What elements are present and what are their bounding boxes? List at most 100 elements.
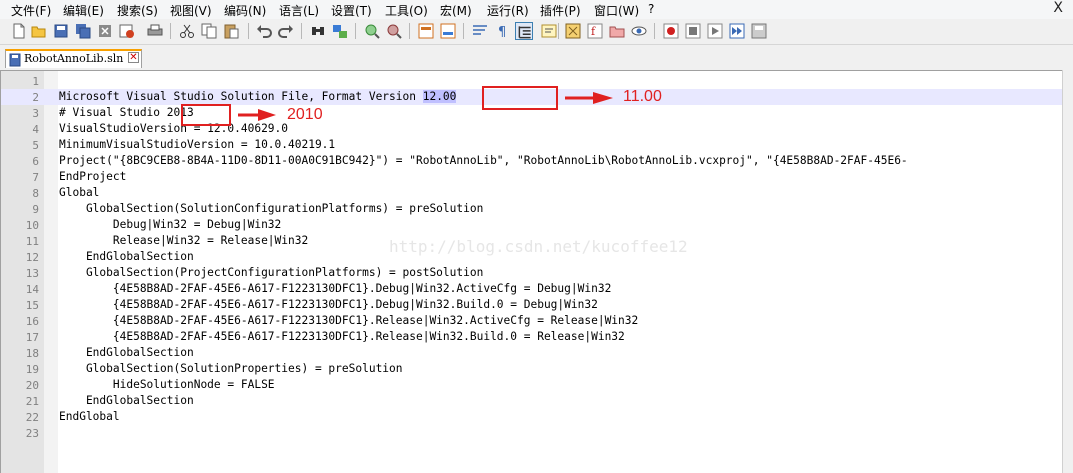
show-all-chars-icon[interactable]: ¶ [493, 22, 511, 40]
annotation-arrow-version [565, 92, 613, 104]
line-number: 18 [25, 347, 39, 360]
undo-icon[interactable] [255, 22, 273, 40]
menu-window[interactable]: 窗口(W) [594, 2, 639, 19]
tab-robotannolib-sln[interactable]: RobotAnnoLib.sln ✕ [5, 49, 142, 68]
toolbar-separator [355, 23, 356, 39]
close-document-button[interactable]: X [1053, 0, 1063, 16]
code-line[interactable]: 14 {4E58B8AD-2FAF-45E6-A617-F1223130DFC1… [1, 281, 1062, 297]
annotation-box-version [482, 86, 558, 110]
code-text: GlobalSection(SolutionProperties) = preS… [59, 362, 403, 375]
code-line[interactable]: 15 {4E58B8AD-2FAF-45E6-A617-F1223130DFC1… [1, 297, 1062, 313]
code-segment: GlobalSection(SolutionProperties) = preS… [59, 362, 403, 375]
run-macro-multiple-icon[interactable] [728, 22, 746, 40]
cut-icon[interactable] [178, 22, 196, 40]
menu-encoding[interactable]: 编码(N) [224, 2, 266, 19]
line-number: 20 [25, 379, 39, 392]
code-segment: {4E58B8AD-2FAF-45E6-A617-F1223130DFC1}.R… [59, 330, 625, 343]
tab-bar: RobotAnnoLib.sln ✕ [0, 45, 1073, 69]
record-macro-icon[interactable] [662, 22, 680, 40]
toolbar-separator [463, 23, 464, 39]
replace-icon[interactable] [331, 22, 349, 40]
code-line[interactable]: 5 MinimumVisualStudioVersion = 10.0.40219… [1, 137, 1062, 153]
code-line[interactable]: 9 GlobalSection(SolutionConfigurationPla… [1, 201, 1062, 217]
zoom-out-icon[interactable] [385, 22, 403, 40]
toolbar: ¶ f [0, 19, 1073, 45]
new-file-icon[interactable] [10, 22, 28, 40]
code-line[interactable]: 6 Project("{8BC9CEB8-8B4A-11D0-8D11-00A0C… [1, 153, 1062, 169]
code-segment: GlobalSection(SolutionConfigurationPlatf… [59, 202, 484, 215]
line-number: 22 [25, 411, 39, 424]
code-line[interactable]: 23 [1, 425, 1062, 441]
code-text: Debug|Win32 = Debug|Win32 [59, 218, 281, 231]
menu-tools[interactable]: 工具(O) [385, 2, 428, 19]
sync-vertical-icon[interactable] [417, 22, 435, 40]
doc-map-icon[interactable] [564, 22, 582, 40]
menu-help[interactable]: ? [648, 2, 654, 16]
code-line[interactable]: 17 {4E58B8AD-2FAF-45E6-A617-F1223130DFC1… [1, 329, 1062, 345]
code-text: GlobalSection(SolutionConfigurationPlatf… [59, 202, 483, 215]
redo-icon[interactable] [277, 22, 295, 40]
word-wrap-icon[interactable] [471, 22, 489, 40]
code-segment: Release|Win32 = Release|Win32 [59, 234, 309, 247]
menu-view[interactable]: 视图(V) [170, 2, 212, 19]
svg-text:¶: ¶ [498, 25, 506, 40]
stop-record-icon[interactable] [684, 22, 702, 40]
toolbar-separator [248, 23, 249, 39]
print-icon[interactable] [146, 22, 164, 40]
code-line[interactable]: 18 EndGlobalSection [1, 345, 1062, 361]
code-line[interactable]: 19 GlobalSection(SolutionProperties) = p… [1, 361, 1062, 377]
code-line[interactable]: 7 EndProject [1, 169, 1062, 185]
annotation-box-vs-year [181, 104, 231, 126]
tab-close-icon[interactable]: ✕ [128, 52, 139, 63]
menu-language[interactable]: 语言(L) [279, 2, 319, 19]
annotation-version-new: 11.00 [623, 88, 662, 105]
tab-label: RobotAnnoLib.sln [24, 52, 124, 65]
monitor-icon[interactable] [630, 22, 648, 40]
line-number: 15 [25, 299, 39, 312]
line-number: 21 [25, 395, 39, 408]
zoom-in-icon[interactable] [363, 22, 381, 40]
code-line[interactable]: 13 GlobalSection(ProjectConfigurationPla… [1, 265, 1062, 281]
save-all-icon[interactable] [74, 22, 92, 40]
close-icon[interactable] [96, 22, 114, 40]
code-line[interactable]: 16 {4E58B8AD-2FAF-45E6-A617-F1223130DFC1… [1, 313, 1062, 329]
user-lang-icon[interactable] [540, 22, 558, 40]
menu-settings[interactable]: 设置(T) [331, 2, 372, 19]
menu-file[interactable]: 文件(F) [11, 2, 51, 19]
sync-horizontal-icon[interactable] [439, 22, 457, 40]
code-text: EndProject [59, 170, 126, 183]
line-number: 16 [25, 315, 39, 328]
code-line[interactable]: 20 HideSolutionNode = FALSE [1, 377, 1062, 393]
menu-macro[interactable]: 宏(M) [440, 2, 472, 19]
code-line[interactable]: 21 EndGlobalSection [1, 393, 1062, 409]
code-text: EndGlobal [59, 410, 120, 423]
toolbar-separator [654, 23, 655, 39]
code-line[interactable]: 10 Debug|Win32 = Debug|Win32 [1, 217, 1062, 233]
vertical-scrollbar[interactable] [1062, 70, 1073, 473]
menu-search[interactable]: 搜索(S) [117, 2, 158, 19]
code-line[interactable]: 4 VisualStudioVersion = 12.0.40629.0 [1, 121, 1062, 137]
save-icon[interactable] [52, 22, 70, 40]
play-macro-icon[interactable] [706, 22, 724, 40]
code-segment: EndGlobalSection [59, 250, 194, 263]
copy-icon[interactable] [200, 22, 218, 40]
code-line[interactable]: 8 Global [1, 185, 1062, 201]
menu-plugins[interactable]: 插件(P) [540, 2, 581, 19]
open-file-icon[interactable] [30, 22, 48, 40]
find-icon[interactable] [309, 22, 327, 40]
function-list-icon[interactable]: f [586, 22, 604, 40]
code-segment: HideSolutionNode = FALSE [59, 378, 275, 391]
menu-edit[interactable]: 编辑(E) [63, 2, 104, 19]
indent-guide-icon[interactable] [515, 22, 533, 40]
code-text: VisualStudioVersion = 12.0.40629.0 [59, 122, 288, 135]
folder-workspace-icon[interactable] [608, 22, 626, 40]
save-macro-icon[interactable] [750, 22, 768, 40]
line-number: 10 [25, 219, 39, 232]
editor[interactable]: 1 2 Microsoft Visual Studio Solution File,… [0, 70, 1062, 473]
menu-run[interactable]: 运行(R) [487, 2, 529, 19]
line-number: 11 [25, 235, 39, 248]
code-line[interactable]: 22 EndGlobal [1, 409, 1062, 425]
paste-icon[interactable] [222, 22, 240, 40]
code-text: MinimumVisualStudioVersion = 10.0.40219.… [59, 138, 335, 151]
close-all-icon[interactable] [118, 22, 136, 40]
